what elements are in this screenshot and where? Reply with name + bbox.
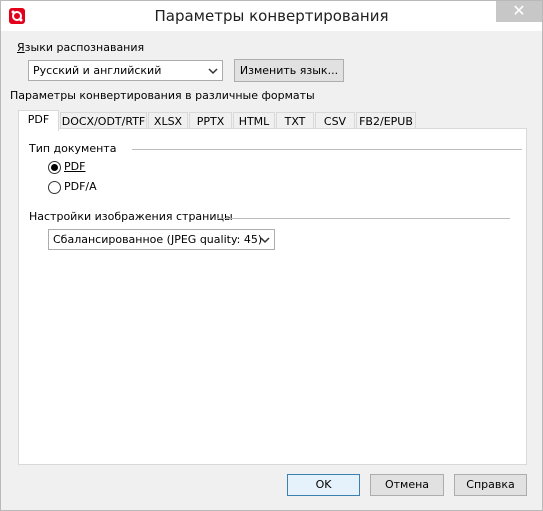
recognition-languages-label: Языки распознавания: [17, 41, 145, 54]
chevron-down-icon: [260, 237, 270, 244]
recognition-languages-label-rest: зыки распознавания: [24, 41, 145, 54]
tab-xlsx[interactable]: XLSX: [148, 112, 188, 129]
close-icon: ✕: [512, 1, 526, 20]
document-type-label: Тип документа: [29, 142, 117, 155]
ok-button[interactable]: OK: [287, 474, 360, 496]
pdf-radio-label[interactable]: PDF: [64, 160, 85, 173]
pdf-option-text: PDF: [64, 160, 86, 173]
tab-html[interactable]: HTML: [233, 112, 275, 129]
image-quality-value: Сбалансированное (JPEG quality: 45): [53, 233, 263, 246]
language-select[interactable]: Русский и английский: [28, 60, 223, 81]
pdfa-radio-label[interactable]: PDF/A: [64, 180, 97, 193]
image-settings-label: Настройки изображения страницы: [29, 210, 233, 223]
formats-section-label: Параметры конвертирования в различные фо…: [10, 89, 315, 102]
close-button[interactable]: ✕: [496, 1, 542, 22]
radio-selected-dot: [51, 164, 58, 171]
tab-fb2-epub[interactable]: FB2/EPUB: [356, 112, 416, 129]
change-language-button[interactable]: Изменить язык...: [234, 59, 344, 82]
help-button[interactable]: Справка: [454, 474, 527, 496]
tab-pptx[interactable]: PPTX: [189, 112, 232, 129]
image-quality-select[interactable]: Сбалансированное (JPEG quality: 45): [48, 229, 275, 250]
tab-csv[interactable]: CSV: [315, 112, 355, 129]
tab-txt[interactable]: TXT: [276, 112, 314, 129]
tab-pdf[interactable]: PDF: [18, 110, 59, 131]
tab-docx-odt-rtf[interactable]: DOCX/ODT/RTF: [60, 112, 147, 129]
group-separator: [217, 218, 510, 219]
pdf-tab-panel: Тип документа PDF PDF/A Настройки изобра…: [18, 128, 527, 465]
chevron-down-icon: [208, 68, 218, 75]
pdf-radio[interactable]: [48, 161, 61, 174]
window-title: Параметры конвертирования: [154, 7, 389, 25]
title-bar[interactable]: Параметры конвертирования ✕: [1, 1, 542, 31]
dialog-window: Параметры конвертирования ✕ Языки распоз…: [0, 0, 543, 511]
group-separator: [132, 149, 522, 150]
pdfa-radio[interactable]: [48, 181, 61, 194]
cancel-button[interactable]: Отмена: [370, 474, 444, 496]
language-select-value: Русский и английский: [33, 64, 162, 77]
